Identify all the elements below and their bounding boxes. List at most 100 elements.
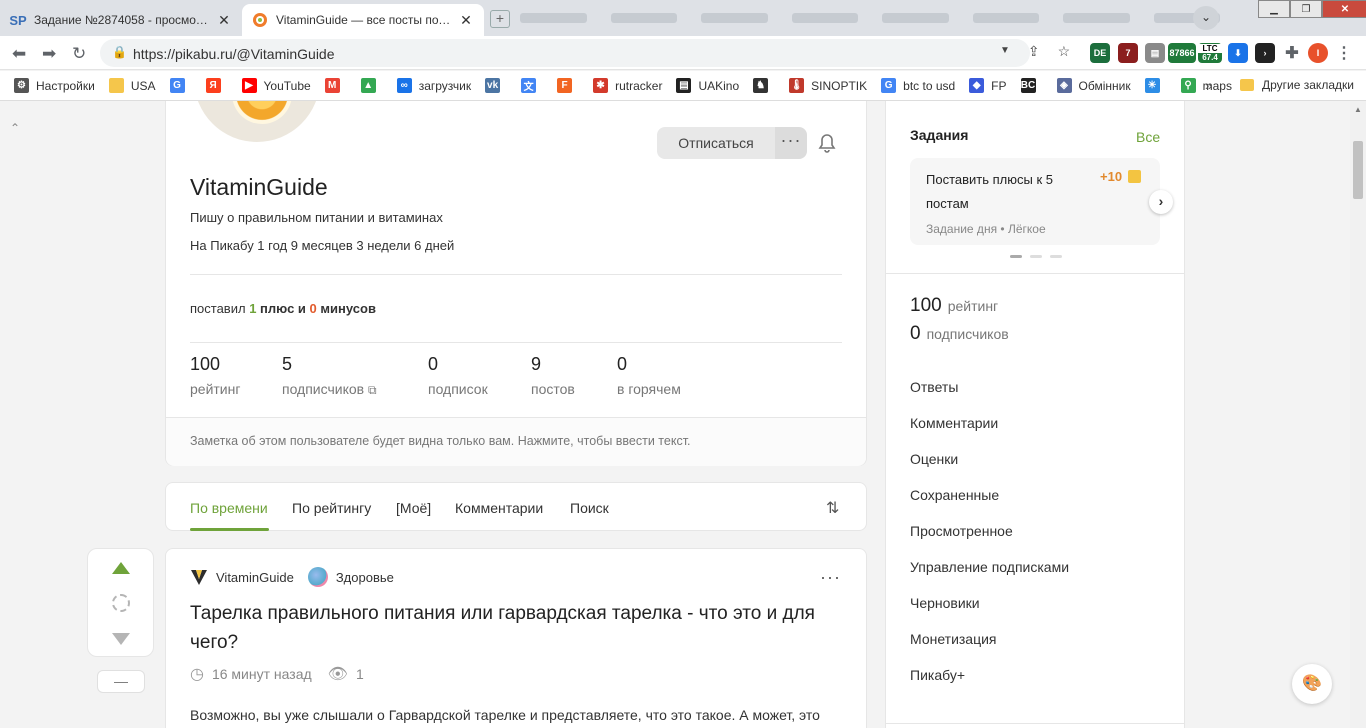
collapse-post-button[interactable]: — <box>97 670 145 693</box>
post-author[interactable]: VitaminGuide <box>216 570 294 585</box>
bookmark-настройки[interactable]: ⚙ Настройки <box>14 78 95 93</box>
tasks-all-link[interactable]: Все <box>1136 129 1160 145</box>
user-note-field[interactable]: Заметка об этом пользователе будет видна… <box>166 417 866 466</box>
browser-tab-2[interactable]: VitaminGuide — все посты польз ✕ <box>242 4 484 36</box>
post-category[interactable]: Здоровье <box>307 567 394 587</box>
bookmark-btc-to-usd[interactable]: Gbtc to usd <box>881 78 955 93</box>
sidebar-menu-item[interactable]: Монетизация <box>910 631 1069 667</box>
profile-card: Отписаться ··· VitaminGuide Пишу о прави… <box>165 101 867 466</box>
bookmark-gmail[interactable]: M <box>324 78 347 93</box>
download-icon[interactable]: ⬇ <box>1228 43 1248 63</box>
close-tab-icon[interactable]: ✕ <box>458 12 474 29</box>
pikabu-favicon-icon <box>252 12 268 28</box>
downvote-icon[interactable] <box>112 633 130 645</box>
bookmark-usa[interactable]: USA <box>108 78 156 93</box>
tab-comments[interactable]: Комментарии <box>455 500 543 516</box>
other-bookmarks[interactable]: Другие закладки <box>1240 78 1354 92</box>
bookmark-yandex[interactable]: Я <box>205 78 228 93</box>
post-title[interactable]: Тарелка правильного питания или гарвардс… <box>190 599 840 657</box>
theme-palette-button[interactable]: 🎨 <box>1292 664 1332 704</box>
shield-extension-icon[interactable]: 7 <box>1118 43 1138 63</box>
sidebar-menu-item[interactable]: Пикабу+ <box>910 667 1069 703</box>
task-card[interactable]: Поставить плюсы к 5 постам +10 Задание д… <box>910 158 1160 245</box>
ltc-extension-icon[interactable]: LTC 67.4 <box>1198 43 1222 63</box>
bookmark-rutracker[interactable]: ✱ rutracker <box>593 78 662 93</box>
bookmark-translate[interactable]: 文 <box>521 78 543 93</box>
url-text: https://pikabu.ru/@VitaminGuide <box>133 46 335 62</box>
sidebar-menu-item[interactable]: Просмотренное <box>910 523 1069 559</box>
bookmark-youtube[interactable]: ▶ YouTube <box>241 78 311 93</box>
bookmarks-more-icon[interactable]: » <box>1205 78 1212 93</box>
bookmark-sinoptik[interactable]: 🌡 SINOPTIK <box>789 78 867 93</box>
bookmark-f[interactable]: F <box>557 78 579 93</box>
upvote-icon[interactable] <box>112 562 130 574</box>
sidebar-menu-item[interactable]: Комментарии <box>910 415 1069 451</box>
browser-tab-1[interactable]: SP Задание №2874058 - просмотр з ✕ <box>0 4 242 36</box>
bell-icon[interactable] <box>817 132 837 154</box>
bookmark-google[interactable]: G <box>169 78 192 93</box>
address-bar[interactable]: 🔒 https://pikabu.ru/@VitaminGuide <box>100 39 1030 67</box>
tab-by-rating[interactable]: По рейтингу <box>292 500 371 516</box>
minimize-icon[interactable]: ▁ <box>1258 0 1290 18</box>
bookmark-chess[interactable]: ♞ <box>753 78 775 93</box>
close-window-icon[interactable]: ✕ <box>1322 0 1366 18</box>
new-tab-button[interactable]: + <box>490 10 510 28</box>
bookmark-загрузчик[interactable]: ∞ загрузчик <box>396 78 471 93</box>
scroll-up-icon[interactable]: ⌃ <box>10 121 20 135</box>
extensions-puzzle-icon[interactable]: ✚ <box>1282 43 1302 63</box>
maximize-icon[interactable]: ❐ <box>1290 0 1322 18</box>
more-options-button[interactable]: ··· <box>775 127 807 159</box>
bookmark-star-icon[interactable]: ☆ <box>1058 43 1071 60</box>
bookmark-обмінник[interactable]: ◈ Обмінник <box>1056 78 1131 93</box>
stat-posts: 9 постов <box>531 354 575 397</box>
pending-rating-icon <box>112 594 130 612</box>
eye-icon: 👁 <box>327 666 348 683</box>
tab-search-button[interactable]: ⌄ <box>1193 6 1219 30</box>
bookmark-bc[interactable]: BC <box>1020 78 1043 93</box>
post-card: VitaminGuide Здоровье ··· Тарелка правил… <box>165 548 867 728</box>
scrollbar-thumb[interactable] <box>1353 141 1363 199</box>
sidebar-menu-item[interactable]: Оценки <box>910 451 1069 487</box>
browser-toolbar: ⬅ ➡ ↻ 🔒 https://pikabu.ru/@VitaminGuide … <box>0 36 1366 70</box>
unsubscribe-button[interactable]: Отписаться <box>657 127 775 159</box>
thermometer-icon: 🌡 <box>789 78 805 93</box>
snowflake-icon: ✳ <box>1144 78 1160 93</box>
close-tab-icon[interactable]: ✕ <box>216 12 232 29</box>
bookmarks-bar: ⚙ Настройки USA G Я ▶ YouTube M ▲ ∞ загрузчик vk 文 F ✱… <box>0 71 1366 101</box>
sidebar-menu-item[interactable]: Управление подписками <box>910 559 1069 595</box>
bookmark-fp[interactable]: ◆ FP <box>969 78 1007 93</box>
youtube-icon: ▶ <box>241 78 257 93</box>
share-icon[interactable]: ⇪ <box>1028 43 1040 60</box>
scrollbar[interactable]: ▲ <box>1350 101 1366 728</box>
menu-icon[interactable]: ⋮ <box>1334 43 1354 63</box>
stat-subscribers[interactable]: 5 подписчиков ⧉ <box>282 354 377 398</box>
reload-icon[interactable]: ↻ <box>72 44 86 64</box>
suitcase-extension-icon[interactable]: ▤ <box>1145 43 1165 63</box>
bookmark-drive[interactable]: ▲ <box>360 78 383 93</box>
tab-mine[interactable]: [Моё] <box>396 500 431 516</box>
profile-avatar[interactable]: I <box>1308 43 1328 63</box>
dropdown-icon[interactable]: ▼ <box>1000 45 1010 60</box>
bookmark-snowflake[interactable]: ✳ <box>1144 78 1167 93</box>
sidebar-menu-item[interactable]: Сохраненные <box>910 487 1069 523</box>
bookmark-uakino[interactable]: ▤ UAKino <box>676 78 739 93</box>
tab-search[interactable]: Поиск <box>570 500 609 516</box>
back-icon[interactable]: ⬅ <box>12 44 26 64</box>
post-options-icon[interactable]: ··· <box>820 567 841 588</box>
bookmark-vk[interactable]: vk <box>485 78 507 93</box>
next-task-button[interactable]: › <box>1149 190 1173 214</box>
sort-icon[interactable]: ⇅ <box>826 498 839 518</box>
btc-extension-icon[interactable]: 87866 <box>1168 43 1196 63</box>
bookmark-label: USA <box>130 78 156 93</box>
divider <box>190 342 842 343</box>
de-extension-icon[interactable]: DE <box>1090 43 1110 63</box>
sidebar-menu-item[interactable]: Черновики <box>910 595 1069 631</box>
sidebar-menu-item[interactable]: Ответы <box>910 379 1069 415</box>
scroll-up-arrow-icon[interactable]: ▲ <box>1354 105 1362 114</box>
forward-icon[interactable]: ➡ <box>42 44 56 64</box>
terminal-extension-icon[interactable]: › <box>1255 43 1275 63</box>
stat-rating: 100 рейтинг <box>190 354 241 397</box>
tab-by-time[interactable]: По времени <box>190 500 268 516</box>
post-header: VitaminGuide Здоровье <box>190 567 394 587</box>
gear-icon: ⚙ <box>14 78 29 93</box>
